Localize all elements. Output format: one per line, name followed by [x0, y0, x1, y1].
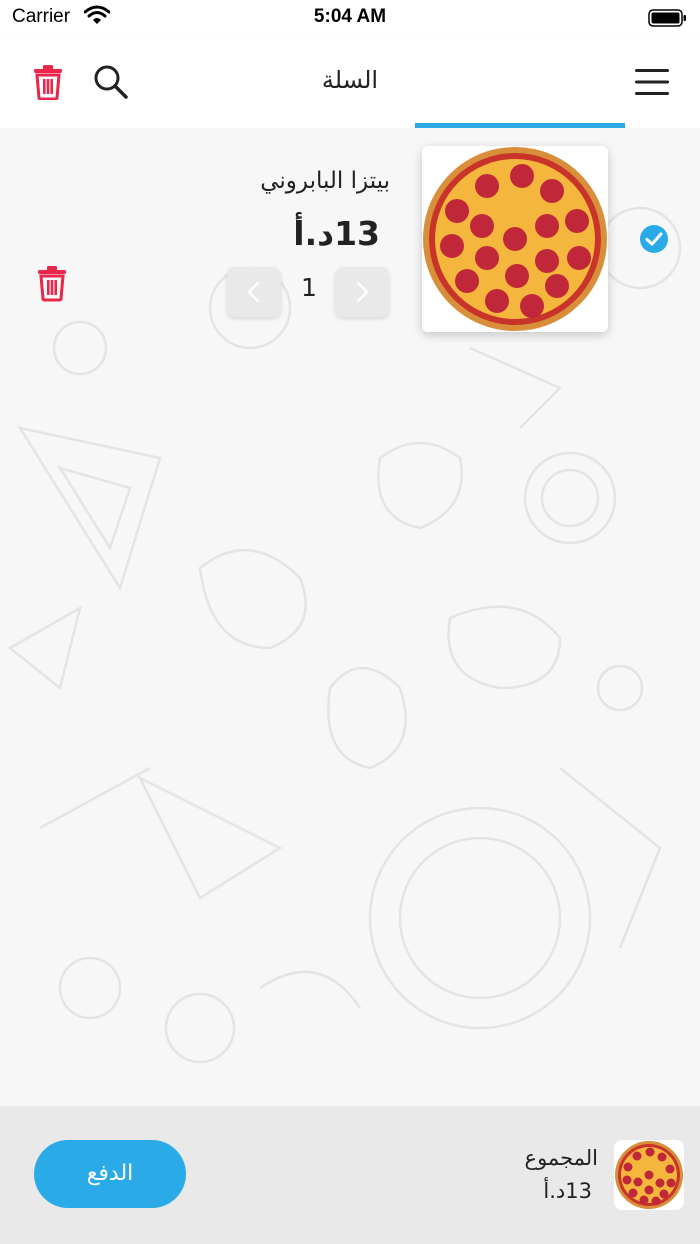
- pepperoni-pizza-icon: [615, 1141, 683, 1209]
- quantity-increase-button[interactable]: [335, 267, 389, 317]
- pay-button[interactable]: الدفع: [34, 1140, 186, 1208]
- item-selected-check-icon[interactable]: [639, 224, 669, 254]
- page-title: السلة: [321, 66, 379, 94]
- item-image[interactable]: [422, 146, 608, 332]
- chevron-left-icon: [247, 281, 260, 303]
- remove-item-trash-icon[interactable]: [32, 264, 72, 310]
- quantity-decrease-button[interactable]: [227, 267, 281, 317]
- app-header: السلة: [0, 36, 700, 128]
- cart-content[interactable]: بيتزا البابروني 13د.أ 1: [0, 128, 700, 1106]
- checkout-footer: الدفع المجموع 13د.أ: [0, 1106, 700, 1244]
- clock: 5:04 AM: [313, 6, 387, 27]
- total-value: 13د.أ: [543, 1179, 592, 1203]
- item-price: 13د.أ: [293, 214, 380, 253]
- chevron-right-icon: [356, 281, 369, 303]
- battery-icon: [648, 9, 686, 27]
- total-label: المجموع: [524, 1146, 598, 1170]
- item-name: بيتزا البابروني: [260, 168, 390, 194]
- status-bar: Carrier 5:04 AM: [0, 0, 700, 36]
- footer-item-image: [614, 1140, 684, 1210]
- item-quantity: 1: [301, 273, 317, 302]
- menu-icon[interactable]: [634, 67, 670, 97]
- pepperoni-pizza-icon: [423, 147, 607, 331]
